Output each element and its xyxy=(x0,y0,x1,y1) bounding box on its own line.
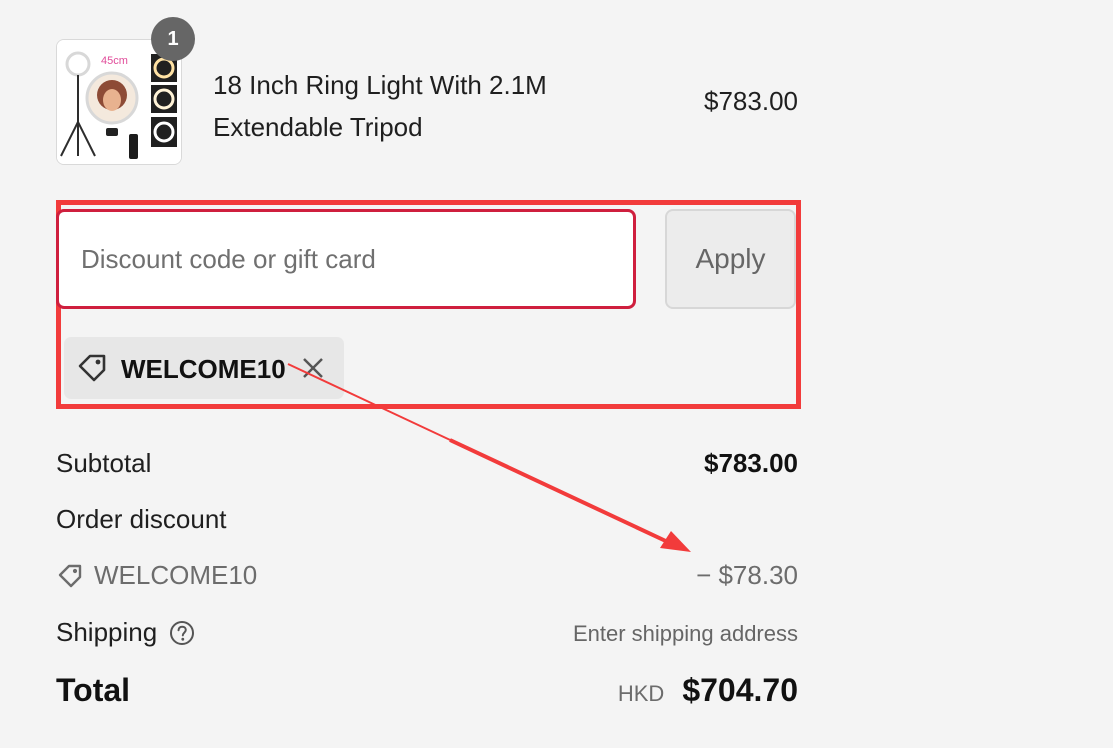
total-value: $704.70 xyxy=(682,672,798,708)
discount-amount: − $78.30 xyxy=(696,560,798,590)
discount-code-row: WELCOME10 xyxy=(56,560,257,591)
product-title-line-2: Extendable Tripod xyxy=(213,112,423,142)
total-label: Total xyxy=(56,672,131,708)
currency-code: HKD xyxy=(617,681,665,706)
subtotal-label: Subtotal xyxy=(56,448,152,478)
shipping-label: Shipping xyxy=(56,617,158,647)
total-value-wrap: HKD $704.70 xyxy=(618,672,798,709)
discount-code-label: WELCOME10 xyxy=(94,560,258,590)
thumbnail-size-label: 45cm xyxy=(101,55,128,67)
close-icon[interactable] xyxy=(300,355,326,381)
quantity-badge: 1 xyxy=(151,17,195,61)
subtotal-value: $783.00 xyxy=(704,448,798,478)
product-title: 18 Inch Ring Light With 2.1M Extendable … xyxy=(213,64,633,148)
tag-icon xyxy=(58,564,82,587)
arrow-line-thick xyxy=(449,438,671,545)
tag-icon xyxy=(78,354,106,382)
applied-discount-code: WELCOME10 xyxy=(121,354,286,384)
shipping-row: Shipping xyxy=(56,617,195,648)
question-circle-icon[interactable] xyxy=(169,620,195,646)
apply-button[interactable]: Apply xyxy=(665,209,796,309)
product-price: $783.00 xyxy=(704,86,798,116)
arrowhead xyxy=(660,531,691,552)
product-title-line-1: 18 Inch Ring Light With 2.1M xyxy=(213,70,547,100)
applied-discount-chip: WELCOME10 xyxy=(64,337,344,399)
order-discount-label: Order discount xyxy=(56,504,227,534)
discount-code-input[interactable] xyxy=(56,209,636,309)
shipping-value: Enter shipping address xyxy=(572,621,798,646)
